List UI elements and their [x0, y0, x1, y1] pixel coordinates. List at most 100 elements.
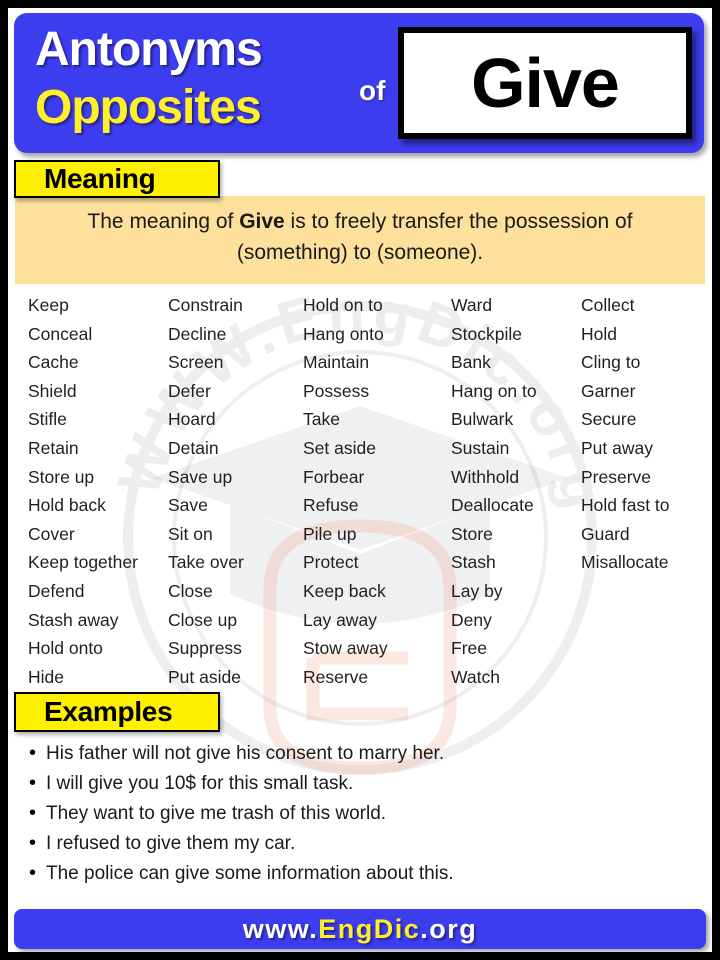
antonym-word: Stash	[451, 552, 496, 573]
antonym-word: Bulwark	[451, 409, 514, 430]
antonym-word: Keep together	[28, 552, 138, 573]
bullet-icon: •	[28, 832, 36, 854]
example-row: • His father will not give his consent to…	[8, 738, 712, 768]
antonym-word: Ward	[451, 295, 493, 315]
title-opposites: Opposites	[35, 81, 262, 134]
antonym-column-1: Keep Conceal Cache Shield Stifle Retain Store …	[8, 291, 156, 687]
antonym-word: Deallocate	[451, 495, 534, 516]
antonym-word: Hoard	[168, 409, 216, 430]
poster-canvas: WWW.EngDic.org Antonyms Opposites of Giv…	[8, 8, 712, 952]
antonym-word: Constrain	[168, 295, 243, 315]
bullet-icon: •	[28, 802, 36, 824]
antonym-word: Watch	[451, 666, 500, 687]
footer-url-part1: www.	[242, 913, 319, 944]
antonym-word: Sit on	[168, 523, 213, 544]
example-row: • I refused to give them my car.	[8, 828, 712, 858]
bullet-icon: •	[28, 772, 36, 794]
title-connector: of	[359, 75, 386, 106]
example-text: I will give you 10$ for this small task.	[46, 773, 354, 794]
antonym-word: Pile up	[303, 523, 357, 544]
antonym-word: Take	[303, 409, 340, 430]
antonym-column-4: Ward Stockpile Bank Hang on to Bulwark Sustai…	[439, 291, 569, 687]
antonym-word: Possess	[303, 380, 370, 401]
antonym-word: Deny	[451, 609, 492, 630]
example-text: The police can give some information abo…	[46, 863, 454, 884]
antonym-word: Decline	[168, 323, 227, 344]
header-title-group: Antonyms Opposites	[35, 21, 355, 137]
antonym-word: Refuse	[303, 495, 359, 516]
antonym-word: Keep back	[303, 580, 386, 601]
antonym-word: Store	[451, 523, 493, 544]
example-row: • I will give you 10$ for this small task…	[8, 768, 712, 798]
antonym-word: Maintain	[303, 352, 370, 373]
antonym-word: Hold	[581, 323, 617, 344]
meaning-badge-label: Meaning	[44, 163, 156, 194]
antonym-word: Secure	[581, 409, 637, 430]
antonym-word: Stash away	[28, 609, 119, 630]
antonym-word: Set aside	[303, 437, 376, 458]
bullet-icon: •	[28, 862, 36, 884]
antonym-word: Guard	[581, 523, 630, 544]
antonym-word: Put away	[581, 437, 653, 458]
antonym-word: Stifle	[28, 409, 67, 430]
meaning-prefix: The meaning of	[87, 210, 240, 233]
poster-page: WWW.EngDic.org Antonyms Opposites of Giv…	[0, 0, 720, 960]
example-row: • The police can give some information ab…	[8, 858, 712, 888]
antonym-word: Detain	[168, 437, 219, 458]
antonym-word: Shield	[28, 380, 77, 401]
header-banner: Antonyms Opposites of Give	[14, 13, 704, 153]
antonym-column-5: Collect Hold Cling to Garner Secure Put away P…	[569, 291, 709, 681]
footer-url-part3: .org	[420, 913, 478, 944]
antonym-word: Defer	[168, 380, 211, 401]
antonym-word: Close	[168, 580, 213, 601]
headword-text: Give	[471, 44, 620, 122]
example-text: They want to give me trash of this world…	[46, 803, 387, 824]
antonym-word: Take over	[168, 552, 244, 573]
bullet-icon: •	[28, 742, 36, 764]
antonym-word: Forbear	[303, 466, 365, 487]
antonym-word: Stow away	[303, 638, 388, 659]
meaning-suffix: is to freely transfer the possession of …	[236, 210, 633, 264]
antonym-word: Close up	[168, 609, 238, 630]
footer-url-part2: EngDic	[318, 913, 421, 944]
antonym-word: Free	[451, 638, 487, 659]
antonym-word: Save	[168, 495, 208, 516]
meaning-badge: Meaning	[14, 160, 220, 198]
example-row: • They want to give me trash of this worl…	[8, 798, 712, 828]
antonym-column-3: Hold on to Hang onto Maintain Possess Take Se…	[293, 291, 439, 687]
antonym-word: Withhold	[451, 466, 520, 487]
antonym-word: Preserve	[581, 466, 652, 487]
examples-list: • His father will not give his consent to…	[8, 738, 712, 888]
antonym-word: Hold fast to	[581, 495, 670, 516]
antonym-word: Defend	[28, 580, 85, 601]
antonym-word: Protect	[303, 552, 359, 573]
examples-badge: Examples	[14, 692, 220, 732]
antonym-word: Conceal	[28, 323, 93, 344]
antonym-word: Lay away	[303, 609, 377, 630]
antonym-word: Suppress	[168, 638, 242, 659]
antonym-word: Hang onto	[303, 323, 384, 344]
antonym-word: Garner	[581, 380, 636, 401]
antonym-word: Sustain	[451, 437, 510, 458]
footer-bar[interactable]: www. EngDic .org	[14, 909, 706, 949]
example-text: I refused to give them my car.	[46, 833, 296, 854]
antonym-word: Collect	[581, 295, 635, 315]
antonym-word: Keep	[28, 295, 69, 315]
antonym-word: Cling to	[581, 352, 641, 373]
antonym-word: Hold onto	[28, 638, 103, 659]
meaning-bold-word: Give	[239, 210, 285, 233]
antonym-word: Misallocate	[581, 552, 669, 573]
antonym-word: Stockpile	[451, 323, 523, 344]
meaning-panel: The meaning of Give is to freely transfe…	[15, 196, 705, 284]
antonym-word: Put aside	[168, 666, 241, 687]
antonym-word: Reserve	[303, 666, 369, 687]
antonym-word: Cache	[28, 352, 79, 373]
title-antonyms: Antonyms	[35, 23, 263, 76]
antonym-word: Screen	[168, 352, 224, 373]
antonym-word: Lay by	[451, 580, 503, 601]
antonym-word: Hold back	[28, 495, 106, 516]
antonym-word: Hide	[28, 666, 64, 687]
antonym-column-2: Constrain Decline Screen Defer Hoard Detain Sa…	[156, 291, 293, 687]
antonym-word: Save up	[168, 466, 233, 487]
example-text: His father will not give his consent to …	[46, 743, 445, 764]
